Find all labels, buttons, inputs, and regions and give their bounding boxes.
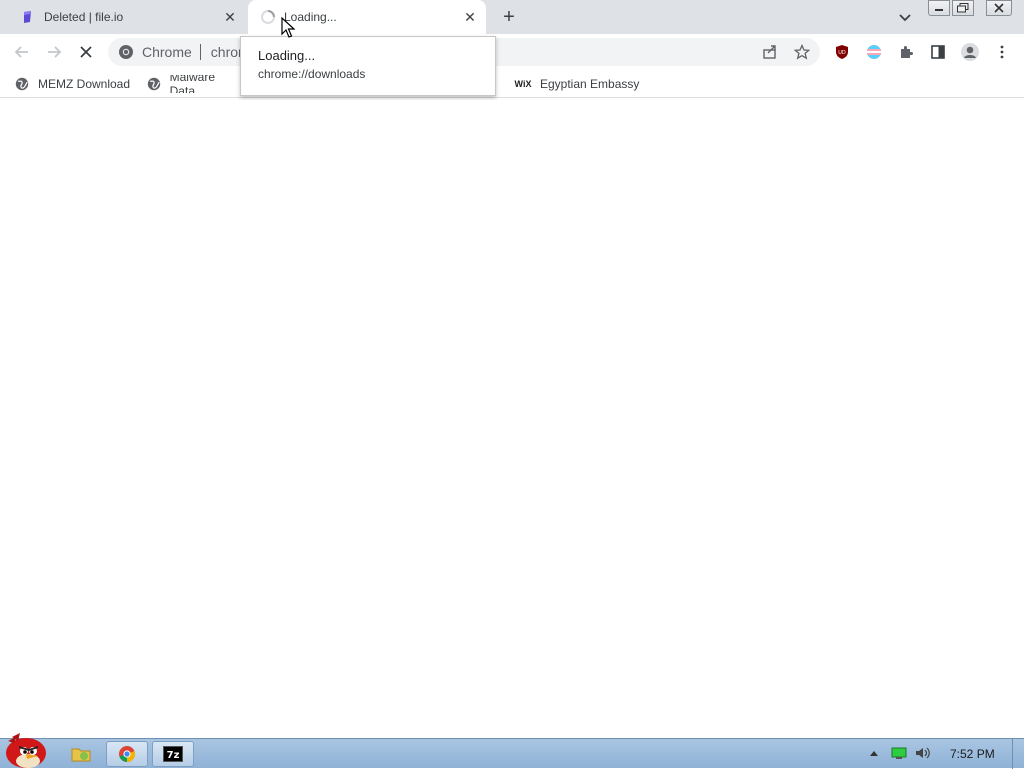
7zip-taskbar-button[interactable]: 7z [152, 741, 194, 767]
bookmark-star-icon[interactable] [790, 40, 814, 64]
restore-button[interactable] [952, 0, 974, 16]
taskbar-clock[interactable]: 7:52 PM [950, 747, 995, 761]
extensions-puzzle-icon[interactable] [894, 40, 918, 64]
side-panel-icon[interactable] [926, 40, 950, 64]
globe-icon [146, 76, 162, 92]
file-explorer-icon[interactable] [66, 741, 96, 767]
tab-hover-card: Loading... chrome://downloads [240, 36, 496, 96]
share-icon[interactable] [758, 40, 782, 64]
forward-icon[interactable] [42, 40, 66, 64]
hover-card-title: Loading... [258, 48, 316, 63]
mouse-cursor-icon [281, 17, 295, 38]
bookmark-memz-download[interactable]: MEMZ Download [14, 75, 130, 93]
svg-text:7z: 7z [167, 750, 180, 761]
new-tab-button[interactable]: + [498, 6, 520, 28]
taskbar: 7z 7:52 PM [0, 733, 1024, 769]
chrome-taskbar-button[interactable] [106, 741, 148, 767]
page-content [0, 100, 1024, 738]
globe-icon [14, 76, 30, 92]
close-tab-icon[interactable]: ✕ [222, 9, 238, 25]
bookmark-label: Egyptian Embassy [540, 77, 640, 91]
fileio-icon [20, 9, 36, 25]
kebab-menu-icon[interactable] [990, 40, 1014, 64]
back-icon[interactable] [10, 40, 34, 64]
tab-title: Deleted | file.io [44, 10, 124, 24]
browser-toolbar: Chrome chron UD [0, 34, 1024, 70]
ublock-origin-icon[interactable]: UD [830, 40, 854, 64]
hover-card-url: chrome://downloads [258, 67, 366, 81]
extension-flag-icon[interactable] [862, 40, 886, 64]
tab-title: Loading... [284, 10, 337, 24]
start-button[interactable] [2, 731, 52, 769]
volume-icon[interactable] [914, 745, 932, 761]
bookmarks-bar: MEMZ Download Malware Data WiX Egyptian … [0, 70, 1024, 98]
profile-avatar-icon[interactable] [958, 40, 982, 64]
tab-deleted-fileio[interactable]: Deleted | file.io ✕ [8, 0, 246, 34]
chrome-icon [118, 44, 134, 60]
bookmark-label: Malware Data [169, 75, 215, 93]
bookmark-egyptian-embassy[interactable]: WiX Egyptian Embassy [514, 75, 640, 93]
bookmark-malware-data[interactable]: Malware Data [146, 75, 242, 93]
svg-text:UD: UD [838, 50, 846, 56]
omnibox-separator [199, 44, 201, 60]
tab-strip: Deleted | file.io ✕ Loading... ✕ + [0, 0, 1024, 34]
network-icon[interactable] [890, 745, 908, 761]
close-tab-icon[interactable]: ✕ [462, 9, 478, 25]
show-hidden-icons-icon[interactable] [866, 745, 882, 761]
loading-spinner-icon [260, 9, 276, 25]
show-desktop-button[interactable] [1012, 739, 1024, 769]
wix-icon: WiX [514, 79, 532, 89]
minimize-button[interactable] [928, 0, 950, 16]
bookmark-label: MEMZ Download [38, 77, 131, 91]
chevron-down-icon[interactable] [896, 8, 914, 26]
stop-loading-icon[interactable] [74, 40, 98, 64]
close-window-button[interactable] [986, 0, 1012, 16]
omnibox-chip-label: Chrome [142, 44, 192, 60]
